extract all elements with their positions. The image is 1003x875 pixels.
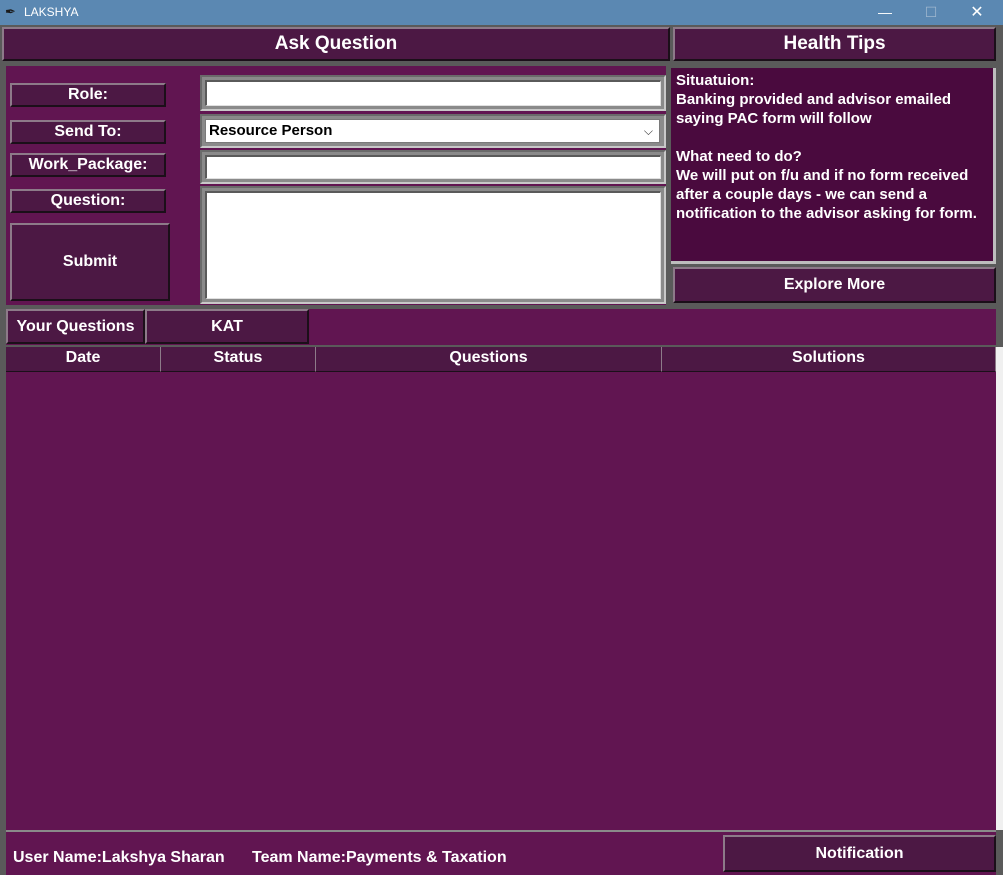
column-header-solutions[interactable]: Solutions bbox=[662, 347, 996, 372]
team-name-text: Team Name:Payments & Taxation bbox=[252, 849, 507, 866]
tab-your-questions[interactable]: Your Questions bbox=[6, 309, 145, 344]
role-input[interactable] bbox=[205, 80, 661, 106]
work-package-input[interactable] bbox=[205, 155, 661, 179]
send-to-select[interactable]: Resource Person ⌵ bbox=[205, 119, 660, 143]
column-header-date[interactable]: Date bbox=[6, 347, 161, 372]
questions-table[interactable] bbox=[6, 347, 996, 830]
minimize-button[interactable]: — bbox=[862, 0, 908, 25]
column-header-questions[interactable]: Questions bbox=[316, 347, 662, 372]
tab-ask-question[interactable]: Ask Question bbox=[2, 27, 670, 61]
work-package-label: Work_Package: bbox=[10, 153, 166, 177]
feather-icon: ✒ bbox=[5, 4, 16, 19]
question-label: Question: bbox=[10, 189, 166, 213]
health-tip-text: Situatuion: Banking provided and advisor… bbox=[676, 72, 977, 222]
role-label: Role: bbox=[10, 83, 166, 107]
submit-button[interactable]: Submit bbox=[10, 223, 170, 301]
title-bar[interactable] bbox=[0, 0, 1003, 25]
send-to-label: Send To: bbox=[10, 120, 166, 144]
maximize-button[interactable]: ☐ bbox=[908, 0, 954, 25]
question-textarea[interactable] bbox=[205, 191, 661, 299]
tab-kat[interactable]: KAT bbox=[145, 309, 309, 344]
send-to-selected-value: Resource Person bbox=[209, 122, 333, 139]
chevron-down-icon[interactable]: ⌵ bbox=[644, 120, 653, 142]
table-scrollbar[interactable] bbox=[996, 347, 1003, 830]
close-button[interactable]: ✕ bbox=[954, 0, 1000, 25]
notification-button[interactable]: Notification bbox=[723, 835, 996, 872]
explore-more-button[interactable]: Explore More bbox=[673, 267, 996, 303]
tab-health-tips[interactable]: Health Tips bbox=[673, 27, 996, 61]
window-title: LAKSHYA bbox=[24, 5, 79, 19]
column-header-status[interactable]: Status bbox=[161, 347, 316, 372]
user-name-text: User Name:Lakshya Sharan bbox=[13, 849, 225, 866]
